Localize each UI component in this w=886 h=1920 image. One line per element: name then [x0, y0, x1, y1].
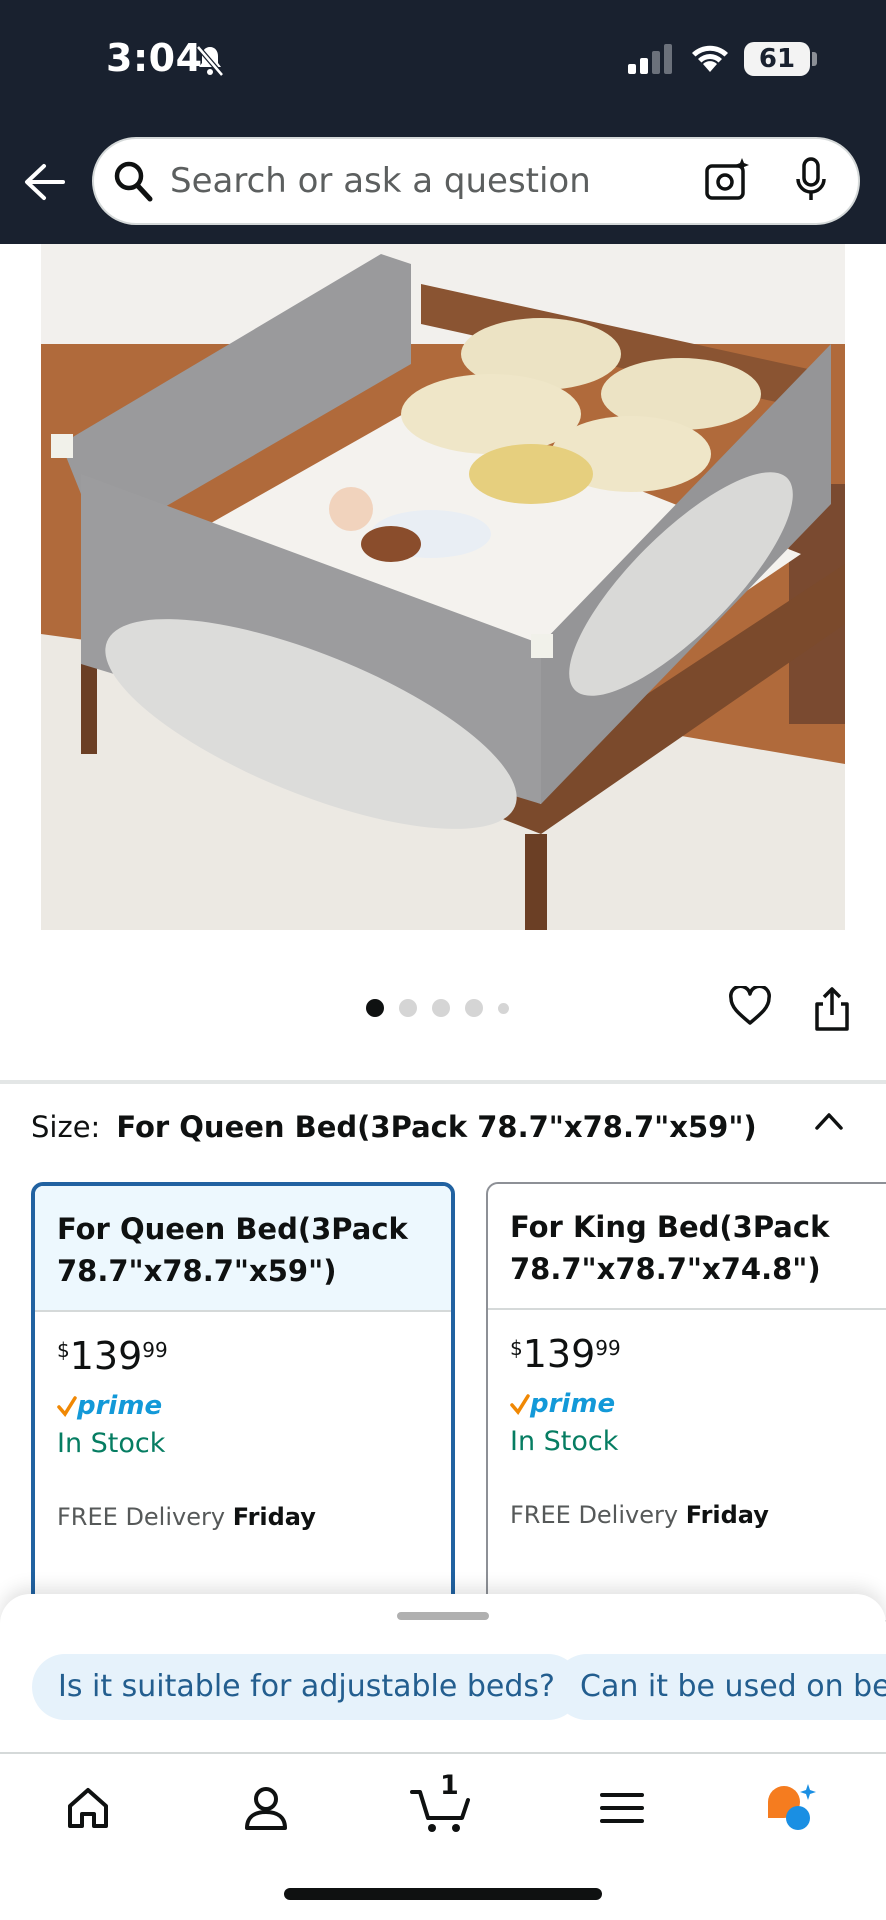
price: $ 139 99 — [57, 1334, 429, 1382]
battery-level: 61 — [744, 42, 810, 76]
image-carousel-dots[interactable] — [366, 998, 524, 1018]
prime-check-icon — [57, 1396, 77, 1417]
size-option-card[interactable]: For Queen Bed(3Pack 78.7"x78.7"x59") $ 1… — [31, 1182, 455, 1622]
account-icon[interactable] — [238, 1780, 294, 1836]
prime-label: prime — [530, 1389, 616, 1419]
wifi-icon — [692, 45, 728, 72]
size-option-line2: 78.7"x78.7"x59") — [57, 1254, 337, 1288]
size-option-line1: For King Bed(3Pack — [510, 1210, 830, 1244]
delivery-info: FREE Delivery Friday — [510, 1501, 886, 1529]
status-time: 3:04 — [106, 36, 203, 80]
back-arrow-icon[interactable] — [22, 162, 66, 202]
home-icon[interactable] — [60, 1780, 116, 1836]
delivery-day: Friday — [232, 1503, 316, 1531]
prime-check-icon — [510, 1394, 530, 1415]
suggestion-sheet: Is it suitable for adjustable beds? Can … — [0, 1594, 886, 1754]
bed-rail-photo — [41, 244, 845, 930]
section-divider — [0, 1080, 886, 1084]
stock-status: In Stock — [57, 1428, 166, 1459]
price-symbol: $ — [510, 1336, 523, 1360]
size-selector-header[interactable]: Size: For Queen Bed(3Pack 78.7"x78.7"x59"… — [31, 1110, 757, 1144]
size-label: Size: — [31, 1110, 101, 1144]
battery-tip — [812, 52, 817, 66]
camera-search-icon[interactable] — [704, 157, 750, 203]
cellular-signal-icon — [628, 44, 672, 74]
size-option-title: For King Bed(3Pack 78.7"x78.7"x74.8") — [488, 1184, 886, 1310]
rufus-assistant-icon[interactable] — [764, 1780, 820, 1836]
carousel-dot[interactable] — [465, 999, 483, 1017]
heart-icon[interactable] — [728, 986, 772, 1026]
price-fraction: 99 — [595, 1336, 621, 1360]
product-image[interactable] — [41, 244, 845, 930]
share-icon[interactable] — [814, 986, 850, 1032]
bell-slash-icon — [196, 45, 224, 77]
price-whole: 139 — [522, 1332, 596, 1376]
price: $ 139 99 — [510, 1332, 886, 1380]
stock-status: In Stock — [510, 1426, 619, 1457]
prime-badge: prime — [510, 1386, 886, 1422]
size-option-card[interactable]: For King Bed(3Pack 78.7"x78.7"x74.8") $ … — [486, 1182, 886, 1622]
price-whole: 139 — [69, 1334, 143, 1378]
delivery-info: FREE Delivery Friday — [57, 1503, 429, 1531]
price-symbol: $ — [57, 1338, 70, 1362]
delivery-day: Friday — [685, 1501, 769, 1529]
suggestion-chip[interactable]: Is it suitable for adjustable beds? — [32, 1654, 581, 1720]
top-header: 3:04 61 — [0, 0, 886, 244]
price-fraction: 99 — [142, 1338, 168, 1362]
carousel-dot[interactable] — [432, 999, 450, 1017]
size-option-line1: For Queen Bed(3Pack — [57, 1212, 408, 1246]
search-bar[interactable] — [92, 137, 860, 225]
delivery-prefix: FREE Delivery — [510, 1501, 679, 1529]
microphone-icon[interactable] — [794, 157, 828, 203]
selected-size-value: For Queen Bed(3Pack 78.7"x78.7"x59") — [116, 1110, 757, 1144]
suggestion-chip[interactable]: Can it be used on beds — [554, 1654, 886, 1720]
delivery-prefix: FREE Delivery — [57, 1503, 226, 1531]
size-option-title: For Queen Bed(3Pack 78.7"x78.7"x59") — [35, 1186, 451, 1312]
chevron-up-icon[interactable] — [814, 1110, 844, 1132]
size-option-line2: 78.7"x78.7"x74.8") — [510, 1252, 821, 1286]
prime-badge: prime — [57, 1388, 429, 1424]
search-input[interactable] — [170, 139, 630, 223]
carousel-dot[interactable] — [498, 1002, 509, 1014]
menu-icon[interactable] — [594, 1780, 650, 1836]
carousel-dot[interactable] — [366, 999, 384, 1017]
carousel-dot[interactable] — [399, 999, 417, 1017]
cart-count-badge: 1 — [440, 1770, 459, 1801]
search-icon — [114, 161, 153, 202]
prime-label: prime — [77, 1391, 163, 1421]
sheet-drag-handle[interactable] — [397, 1612, 489, 1620]
home-indicator — [284, 1888, 602, 1900]
